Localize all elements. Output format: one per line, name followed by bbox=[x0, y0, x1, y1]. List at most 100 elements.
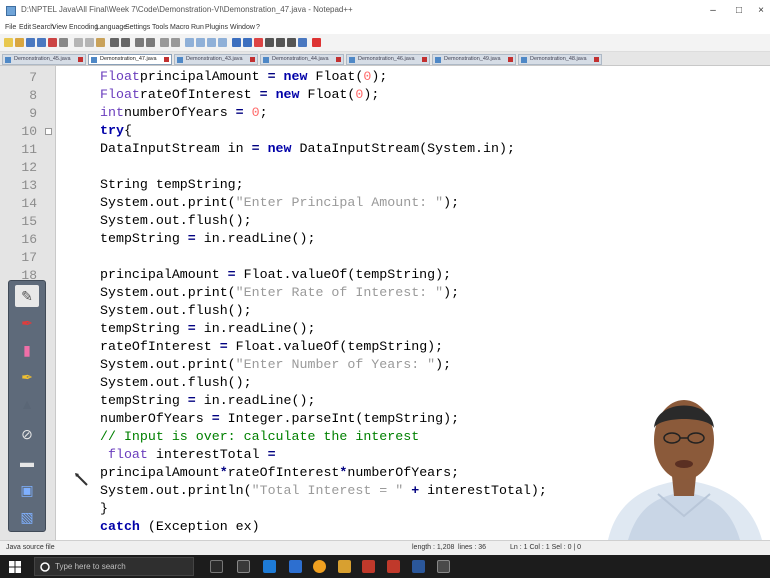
cut-icon[interactable] bbox=[74, 38, 83, 47]
menu-settings[interactable]: Settings bbox=[125, 24, 150, 31]
chrome-icon[interactable] bbox=[313, 560, 326, 573]
stop-macro-icon[interactable] bbox=[265, 38, 274, 47]
code-token: in.readLine(); bbox=[195, 321, 316, 336]
code-line: rateOfInterest = Float.valueOf(tempStrin… bbox=[100, 339, 443, 354]
code-token: Float( bbox=[307, 69, 364, 84]
code-token: 0 bbox=[251, 105, 260, 120]
eraser-icon[interactable]: ▲ bbox=[15, 393, 39, 415]
minimize-button[interactable]: – bbox=[702, 3, 724, 19]
tab-close-icon[interactable] bbox=[594, 57, 599, 62]
copy-icon[interactable] bbox=[85, 38, 94, 47]
menu-tools[interactable]: Tools bbox=[152, 24, 168, 31]
pdf-icon[interactable] bbox=[362, 560, 375, 573]
tab-close-icon[interactable] bbox=[164, 57, 169, 62]
open-file-icon[interactable] bbox=[15, 38, 24, 47]
code-token: = bbox=[219, 339, 228, 354]
menu-run[interactable]: Run bbox=[191, 24, 204, 31]
redo-icon[interactable] bbox=[121, 38, 130, 47]
close-file-icon[interactable] bbox=[48, 38, 57, 47]
menu-search[interactable]: Search bbox=[32, 24, 54, 31]
menu-file[interactable]: File bbox=[5, 24, 16, 31]
pink-highlighter-icon[interactable]: ▮ bbox=[15, 339, 39, 361]
show-all-chars-icon[interactable] bbox=[207, 38, 216, 47]
menu-language[interactable]: Language bbox=[96, 24, 127, 31]
menu-macro[interactable]: Macro bbox=[170, 24, 189, 31]
tab-close-icon[interactable] bbox=[336, 57, 341, 62]
zoom-out-icon[interactable] bbox=[171, 38, 180, 47]
replace-icon[interactable] bbox=[146, 38, 155, 47]
tab-close-icon[interactable] bbox=[250, 57, 255, 62]
save-all-icon[interactable] bbox=[37, 38, 46, 47]
word-icon[interactable] bbox=[412, 560, 425, 573]
play-macro-icon[interactable] bbox=[276, 38, 285, 47]
code-token: numberOfYears; bbox=[347, 465, 460, 480]
edge-icon[interactable] bbox=[289, 560, 302, 573]
note-icon[interactable]: ✎ bbox=[15, 285, 39, 307]
code-token: = bbox=[227, 267, 236, 282]
tab-close-icon[interactable] bbox=[78, 57, 83, 62]
code-token: = bbox=[235, 105, 244, 120]
task-view-icon[interactable] bbox=[237, 560, 250, 573]
paste-icon[interactable] bbox=[96, 38, 105, 47]
tab-demonstration-43[interactable]: Demonstration_43.java bbox=[174, 54, 258, 65]
tab-demonstration-49[interactable]: Demonstration_49.java bbox=[432, 54, 516, 65]
pen-settings-icon[interactable]: ▧ bbox=[15, 506, 39, 528]
menu-help[interactable]: ? bbox=[256, 24, 260, 31]
code-token: principalAmount bbox=[139, 69, 268, 84]
pen-cursor-icon bbox=[75, 473, 88, 486]
file-explorer-icon[interactable] bbox=[263, 560, 276, 573]
microphone-icon[interactable] bbox=[210, 560, 223, 573]
doc-map-icon[interactable] bbox=[232, 38, 241, 47]
windows-start-icon[interactable] bbox=[9, 561, 21, 573]
menu-window[interactable]: Window bbox=[230, 24, 255, 31]
new-file-icon[interactable] bbox=[4, 38, 13, 47]
code-line: FloatprincipalAmount = new Float(0); bbox=[100, 69, 387, 84]
plugin-icon[interactable] bbox=[312, 38, 321, 47]
undo-icon[interactable] bbox=[110, 38, 119, 47]
tab-demonstration-48[interactable]: Demonstration_48.java bbox=[518, 54, 602, 65]
menu-edit[interactable]: Edit bbox=[19, 24, 31, 31]
powerpoint-icon[interactable] bbox=[387, 560, 400, 573]
record-macro-icon[interactable] bbox=[254, 38, 263, 47]
find-icon[interactable] bbox=[135, 38, 144, 47]
close-button[interactable]: × bbox=[750, 3, 770, 19]
code-line: DataInputStream in = new DataInputStream… bbox=[100, 141, 515, 156]
zoom-in-icon[interactable] bbox=[160, 38, 169, 47]
minimize-icon[interactable]: ▬ bbox=[15, 451, 39, 473]
print-icon[interactable] bbox=[59, 38, 68, 47]
red-pen-icon[interactable]: ✒ bbox=[15, 312, 39, 334]
code-token: DataInputStream(System.in); bbox=[291, 141, 515, 156]
menu-plugins[interactable]: Plugins bbox=[205, 24, 228, 31]
tab-demonstration-46[interactable]: Demonstration_46.java bbox=[346, 54, 430, 65]
code-token: new bbox=[267, 141, 292, 156]
menu-view[interactable]: View bbox=[52, 24, 67, 31]
explorer-folder-icon[interactable] bbox=[338, 560, 351, 573]
tab-demonstration-45[interactable]: Demonstration_45.java bbox=[2, 54, 86, 65]
function-list-icon[interactable] bbox=[243, 38, 252, 47]
presenter-video bbox=[598, 376, 770, 540]
code-token: = bbox=[251, 141, 260, 156]
save-icon[interactable] bbox=[26, 38, 35, 47]
code-token: tempString bbox=[100, 321, 188, 336]
menu-encoding[interactable]: Encoding bbox=[69, 24, 98, 31]
indent-guide-icon[interactable] bbox=[218, 38, 227, 47]
notepadpp-taskbar-icon[interactable] bbox=[437, 560, 450, 573]
clear-icon[interactable]: ⊘ bbox=[15, 423, 39, 445]
maximize-button[interactable]: □ bbox=[728, 3, 750, 19]
tab-demonstration-47[interactable]: Demonstration_47.java bbox=[88, 54, 172, 65]
sync-scroll-icon[interactable] bbox=[185, 38, 194, 47]
tab-close-icon[interactable] bbox=[508, 57, 513, 62]
save-macro-icon[interactable] bbox=[298, 38, 307, 47]
tab-demonstration-44[interactable]: Demonstration_44.java bbox=[260, 54, 344, 65]
code-token: principalAmount bbox=[100, 465, 220, 480]
notepadpp-icon bbox=[6, 6, 16, 16]
word-wrap-icon[interactable] bbox=[196, 38, 205, 47]
tab-close-icon[interactable] bbox=[422, 57, 427, 62]
taskbar-search-box[interactable]: Type here to search bbox=[34, 557, 194, 576]
cursor-position: Ln : 1 Col : 1 Sel : 0 | 0 bbox=[510, 544, 582, 551]
run-macro-multiple-icon[interactable] bbox=[287, 38, 296, 47]
line-number: 13 bbox=[21, 178, 37, 193]
yellow-highlighter-icon[interactable]: ✒ bbox=[15, 366, 39, 388]
monitor-icon[interactable]: ▣ bbox=[15, 479, 39, 501]
fold-marker-icon[interactable] bbox=[45, 128, 52, 135]
